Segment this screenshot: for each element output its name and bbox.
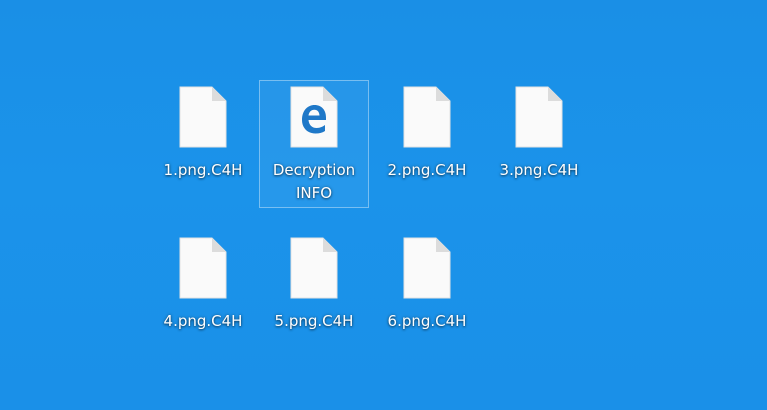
file-label: 4.png.C4H bbox=[163, 312, 243, 330]
desktop-file-4-png-c4h[interactable]: 4.png.C4H bbox=[148, 231, 258, 359]
desktop-file-5-png-c4h[interactable]: 5.png.C4H bbox=[259, 231, 369, 359]
desktop-file-1-png-c4h[interactable]: 1.png.C4H bbox=[148, 80, 258, 208]
blank-file-icon bbox=[402, 85, 452, 149]
blank-file-icon bbox=[289, 236, 339, 300]
blank-file-icon bbox=[514, 85, 564, 149]
file-label: 6.png.C4H bbox=[387, 312, 467, 330]
blank-file-icon bbox=[178, 236, 228, 300]
file-label: 2.png.C4H bbox=[387, 161, 467, 179]
desktop-file-2-png-c4h[interactable]: 2.png.C4H bbox=[372, 80, 482, 208]
desktop-file-3-png-c4h[interactable]: 3.png.C4H bbox=[484, 80, 594, 208]
edge-html-file-icon bbox=[289, 85, 339, 149]
file-label: 3.png.C4H bbox=[499, 161, 579, 179]
file-label: 5.png.C4H bbox=[274, 312, 354, 330]
file-label: Decryption INFO bbox=[260, 159, 368, 205]
desktop-file-decryption-info[interactable]: Decryption INFO bbox=[259, 80, 369, 208]
file-label: 1.png.C4H bbox=[163, 161, 243, 179]
file-label-line-1: Decryption bbox=[272, 161, 356, 179]
blank-file-icon bbox=[402, 236, 452, 300]
desktop-file-6-png-c4h[interactable]: 6.png.C4H bbox=[372, 231, 482, 359]
blank-file-icon bbox=[178, 85, 228, 149]
desktop[interactable]: 1.png.C4H Decryption INFO 2.png.C4H 3.pn… bbox=[0, 0, 767, 410]
file-label-line-2: INFO bbox=[295, 184, 333, 202]
